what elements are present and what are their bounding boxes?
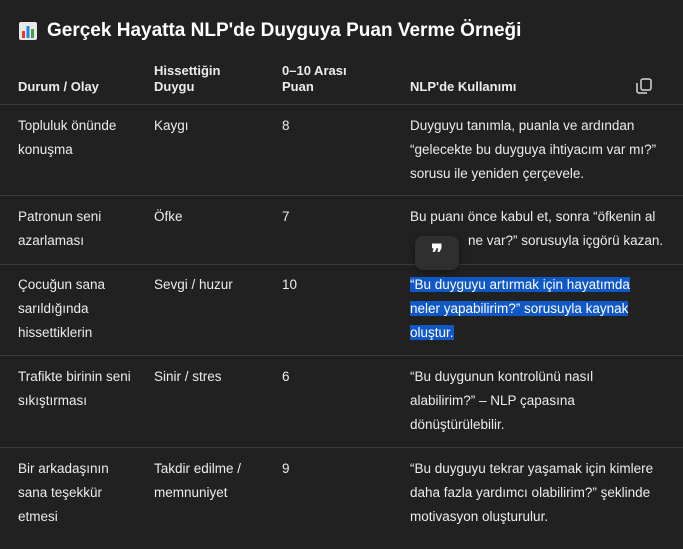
cell-emotion-4: Sinir / stres: [154, 369, 222, 384]
cell-event-2: Patronun seni azarlaması: [18, 209, 102, 248]
cell-emotion-2: Öfke: [154, 209, 183, 224]
quote-icon: ❞: [431, 240, 443, 266]
cell-emotion-1: Kaygı: [154, 118, 189, 133]
cell-event-5: Bir arkadaşının sana teşekkür etmesi: [18, 461, 109, 524]
cell-score-1: 8: [282, 118, 290, 133]
cell-score-3: 10: [282, 277, 298, 292]
cell-usage-5: “Bu duyguyu tekrar yaşamak için kimlere …: [410, 461, 654, 524]
cell-usage-1: Duyguyu tanımla, puanla ve ardından “gel…: [410, 118, 657, 181]
column-header-usage: NLP'de Kullanımı: [410, 79, 517, 94]
cell-usage-3: “Bu duyguyu artırmak için hayatımda nele…: [410, 273, 640, 345]
row-divider: [0, 447, 683, 448]
page-title-text: Gerçek Hayatta NLP'de Duyguya Puan Verme…: [47, 20, 522, 41]
cell-emotion-5: Takdir edilme / memnuniyet: [154, 461, 242, 500]
cell-event-4: Trafikte birinin seni sıkıştırması: [18, 369, 131, 408]
cell-usage-2-line1: Bu puanı önce kabul et, sonra “öfkenin a…: [410, 209, 656, 224]
cell-score-4: 6: [282, 369, 290, 384]
header-divider: [0, 104, 683, 105]
cell-usage-2-line2: ne var?” sorusuyla içgörü kazan.: [468, 233, 664, 248]
cell-event-3: Çocuğun sana sarıldığında hissettiklerin: [18, 277, 106, 340]
cell-event-1: Topluluk önünde konuşma: [18, 118, 117, 157]
cell-usage-4: “Bu duygunun kontrolünü nasıl alabilirim…: [410, 369, 594, 432]
bar-chart-emoji-icon: [18, 21, 38, 41]
row-divider: [0, 195, 683, 196]
page-title: Gerçek Hayatta NLP'de Duyguya Puan Verme…: [18, 20, 521, 42]
quote-selection-button[interactable]: ❞: [415, 236, 459, 270]
cell-score-5: 9: [282, 461, 290, 476]
column-header-emotion: Hissettiğin Duygu: [154, 63, 221, 94]
selected-text[interactable]: “Bu duyguyu artırmak için hayatımda nele…: [410, 277, 630, 340]
column-header-score: 0–10 Arası Puan: [282, 63, 347, 94]
row-divider: [0, 264, 683, 265]
cell-emotion-3: Sevgi / huzur: [154, 277, 233, 292]
column-header-event: Durum / Olay: [18, 79, 99, 94]
row-divider: [0, 355, 683, 356]
cell-score-2: 7: [282, 209, 290, 224]
